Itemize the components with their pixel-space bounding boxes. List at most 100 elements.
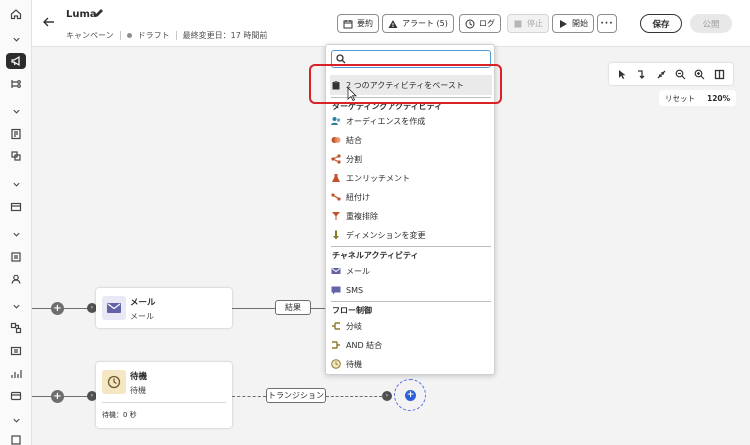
transition-label[interactable]: トランジション	[266, 388, 326, 403]
meta-separator	[175, 31, 177, 40]
chevron-down-icon[interactable]	[6, 412, 26, 428]
pencil-icon[interactable]	[94, 8, 104, 18]
columns-view-icon[interactable]	[714, 69, 725, 80]
save-button[interactable]: 保存	[640, 14, 682, 33]
channel-section-header: チャネルアクティビティ	[332, 251, 419, 260]
activity-email[interactable]: メール	[331, 263, 370, 279]
schemas-icon[interactable]	[6, 320, 26, 336]
separator	[331, 246, 491, 247]
add-activity-icon[interactable]: +	[51, 302, 64, 315]
enrichment-icon	[332, 174, 340, 182]
chevron-down-icon[interactable]	[6, 226, 26, 242]
fork-icon	[332, 322, 340, 330]
campaign-type: キャンペーン	[66, 31, 114, 40]
status-label: ドラフト	[137, 31, 170, 40]
log-button[interactable]: ログ	[459, 14, 501, 33]
activity-combine[interactable]: 結合	[331, 132, 362, 148]
connector-line	[64, 308, 89, 309]
activity-reconciliation[interactable]: 紐付け	[331, 189, 370, 205]
wait-clock-icon	[331, 359, 341, 369]
stop-icon	[514, 20, 522, 27]
last-modified: 最終変更日：17 時間前	[182, 31, 268, 40]
add-activity-icon[interactable]: +	[51, 390, 64, 403]
journeys-icon[interactable]	[6, 76, 26, 92]
more-icon: ···	[600, 18, 614, 29]
build-audience-icon	[331, 117, 341, 125]
wait-clock-icon	[102, 370, 126, 394]
start-button[interactable]: 開始	[552, 14, 594, 33]
activity-deduplication[interactable]: 重複排除	[331, 208, 378, 224]
chevron-down-icon[interactable]	[6, 298, 26, 314]
reconciliation-icon	[331, 193, 341, 201]
content-icon[interactable]	[6, 126, 26, 142]
auto-arrange-icon[interactable]	[636, 69, 647, 80]
connector-line	[64, 396, 89, 397]
activity-sms[interactable]: SMS	[331, 282, 363, 298]
node-subtitle: 待機	[130, 386, 146, 395]
zoom-in-icon[interactable]	[694, 69, 705, 80]
wait-duration: 待機：0 秒	[102, 411, 137, 419]
chevron-down-icon[interactable]	[6, 31, 26, 47]
add-activity-drop-target[interactable]: +	[394, 379, 426, 411]
connector-line	[32, 396, 52, 397]
channels-icon[interactable]	[6, 388, 26, 404]
chevron-down-icon[interactable]	[6, 103, 26, 119]
result-transition-label[interactable]: 結果	[275, 300, 311, 315]
flow-control-section-header: フロー制御	[332, 306, 372, 315]
highlight-annotation	[309, 64, 502, 104]
datasets-icon[interactable]	[6, 343, 26, 359]
reset-zoom-button[interactable]: リセット	[665, 93, 695, 104]
activity-split[interactable]: 分割	[331, 151, 362, 167]
profiles-icon[interactable]	[6, 271, 26, 287]
sms-icon	[331, 286, 341, 295]
mouse-cursor-icon	[347, 87, 357, 101]
chevron-down-icon[interactable]	[6, 176, 26, 192]
deduplication-icon	[332, 212, 340, 220]
summary-button[interactable]: 要約	[337, 14, 379, 33]
email-activity-node[interactable]: メール メール	[96, 288, 232, 328]
separator	[331, 301, 491, 302]
status-dot	[126, 33, 132, 38]
node-divider	[102, 402, 226, 403]
more-actions-button[interactable]: ···	[597, 14, 617, 33]
activity-change-dimension[interactable]: ディメンションを変更	[331, 227, 425, 243]
dashed-connector-line	[232, 396, 266, 397]
activity-enrichment[interactable]: エンリッチメント	[331, 170, 410, 186]
alerts-button[interactable]: アラート (5)	[382, 14, 454, 33]
clock-icon	[465, 19, 475, 28]
play-icon	[560, 19, 567, 28]
dashed-connector-line	[326, 396, 382, 397]
wait-activity-node[interactable]: 待機 待機 待機：0 秒	[96, 362, 232, 428]
home-icon[interactable]	[6, 6, 26, 22]
change-dimension-icon	[333, 230, 339, 240]
search-icon	[336, 54, 346, 64]
stop-button[interactable]: 停止	[507, 14, 549, 33]
activity-and-join[interactable]: AND 結合	[331, 337, 382, 353]
meta-separator	[119, 31, 121, 40]
combine-icon	[331, 137, 341, 143]
fragments-icon[interactable]	[6, 148, 26, 164]
zoom-controls: リセット 120%	[659, 90, 737, 106]
settings-icon[interactable]	[6, 432, 26, 445]
calendar-icon	[343, 19, 353, 28]
zoom-level: 120%	[707, 93, 731, 103]
zoom-out-icon[interactable]	[675, 69, 686, 80]
activity-build-audience[interactable]: オーディエンスを作成	[331, 113, 425, 129]
connector-line	[32, 308, 52, 309]
split-icon	[331, 154, 341, 164]
campaign-meta: キャンペーン ドラフト 最終変更日：17 時間前	[66, 30, 267, 41]
canvas-toolbar	[609, 63, 733, 85]
templates-icon[interactable]	[6, 199, 26, 215]
connector-line	[232, 308, 275, 309]
activity-fork[interactable]: 分岐	[331, 318, 362, 334]
select-pointer-icon[interactable]	[617, 69, 628, 80]
collapse-icon[interactable]	[656, 69, 667, 80]
and-join-icon	[332, 341, 340, 349]
publish-button[interactable]: 公開	[690, 14, 732, 33]
campaigns-icon[interactable]	[6, 53, 26, 69]
activity-wait[interactable]: 待機	[331, 356, 362, 372]
audiences-icon[interactable]	[6, 249, 26, 265]
back-arrow-icon[interactable]	[42, 15, 56, 29]
output-port-icon: ›	[382, 391, 392, 401]
reports-icon[interactable]	[6, 366, 26, 382]
